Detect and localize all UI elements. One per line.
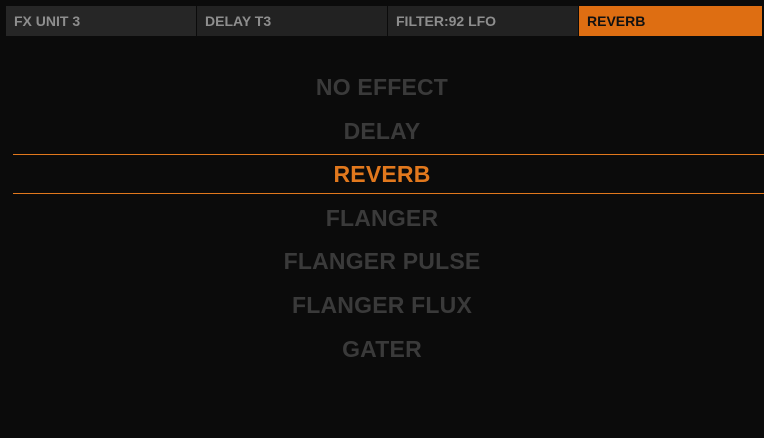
selection-line-bottom — [13, 193, 764, 194]
effect-list: NO EFFECT DELAY REVERB FLANGER FLANGER P… — [0, 66, 764, 371]
tab-fx-unit[interactable]: FX UNIT 3 — [6, 6, 197, 36]
selection-line-top — [13, 154, 764, 155]
effect-item-reverb[interactable]: REVERB — [0, 153, 764, 197]
tab-slot-3[interactable]: REVERB — [579, 6, 762, 36]
effect-item-gater[interactable]: GATER — [0, 328, 764, 372]
effect-item-flanger-flux[interactable]: FLANGER FLUX — [0, 284, 764, 328]
tab-slot-1[interactable]: DELAY T3 — [197, 6, 388, 36]
fx-header-bar: FX UNIT 3 DELAY T3 FILTER:92 LFO REVERB — [6, 6, 762, 36]
tab-slot-2[interactable]: FILTER:92 LFO — [388, 6, 579, 36]
effect-item-flanger[interactable]: FLANGER — [0, 197, 764, 241]
effect-item-flanger-pulse[interactable]: FLANGER PULSE — [0, 240, 764, 284]
effect-item-no-effect[interactable]: NO EFFECT — [0, 66, 764, 110]
effect-item-delay[interactable]: DELAY — [0, 110, 764, 154]
fx-screen: FX UNIT 3 DELAY T3 FILTER:92 LFO REVERB … — [0, 0, 764, 438]
